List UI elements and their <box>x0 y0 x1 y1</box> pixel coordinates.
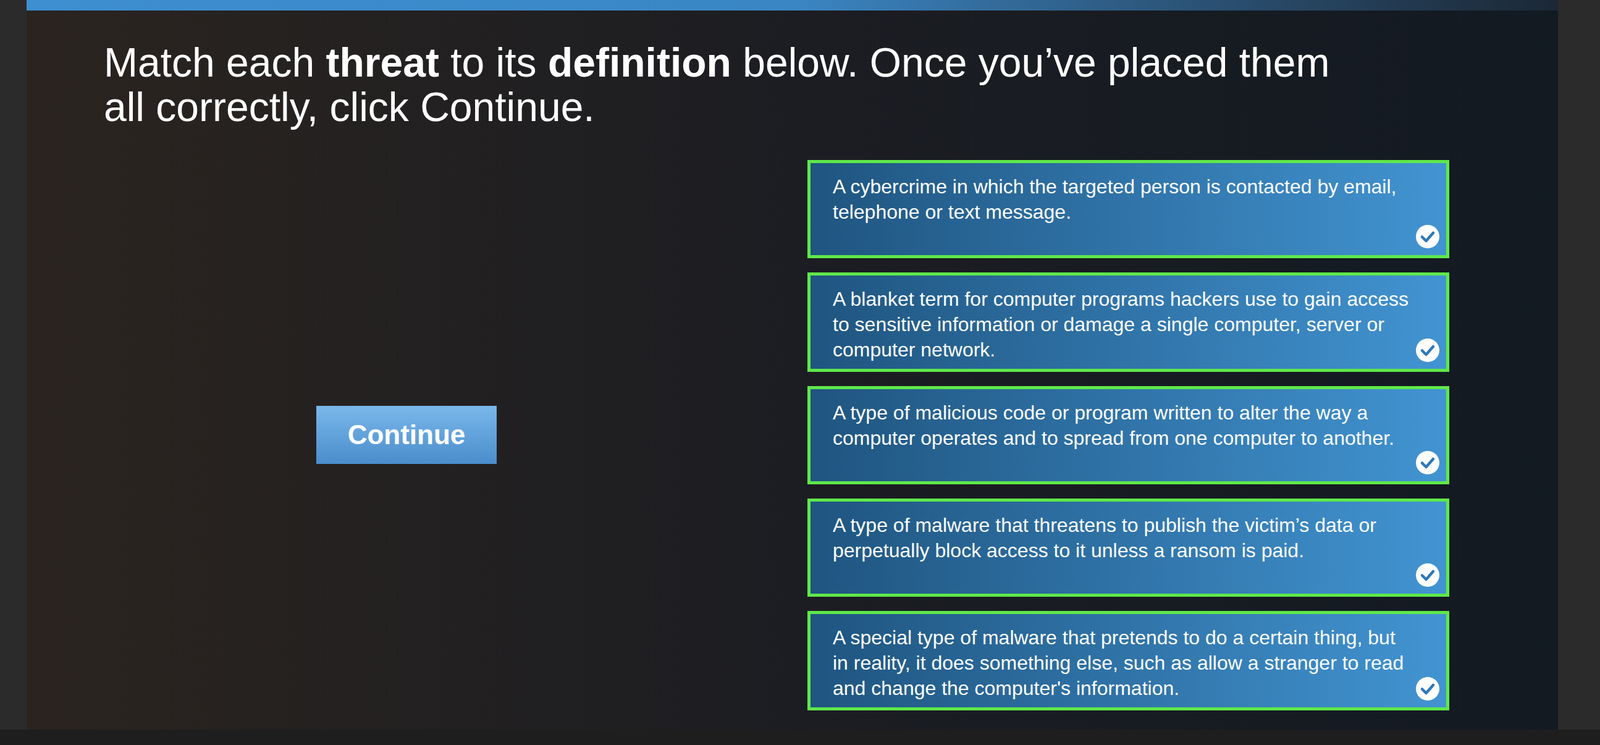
definition-card[interactable]: A type of malicious code or program writ… <box>807 386 1450 485</box>
slide-area: Match each threat to its definition belo… <box>0 0 1600 730</box>
definition-card[interactable]: A cybercrime in which the targeted perso… <box>807 160 1450 259</box>
definition-text: A blanket term for computer programs hac… <box>832 286 1410 363</box>
definition-text: A cybercrime in which the targeted perso… <box>832 174 1410 225</box>
definition-text: A type of malicious code or program writ… <box>832 400 1410 451</box>
instruction: Match each threat to its definition belo… <box>26 10 1558 130</box>
definition-card[interactable]: A special type of malware that pretends … <box>807 610 1450 711</box>
check-icon <box>1415 337 1440 363</box>
check-icon <box>1415 224 1440 249</box>
top-bar <box>26 0 1558 11</box>
left-area: Continue <box>26 160 808 711</box>
slide: Match each threat to its definition belo… <box>26 0 1558 730</box>
definition-text: A special type of malware that pretends … <box>832 625 1410 702</box>
content-row: Continue A cybercrime in which the target… <box>26 160 1558 711</box>
check-icon <box>1415 562 1440 588</box>
definitions-list: A cybercrime in which the targeted perso… <box>807 160 1450 711</box>
definition-text: A type of malware that threatens to publ… <box>832 512 1410 564</box>
app: Match each threat to its definition belo… <box>0 0 1600 745</box>
definition-card[interactable]: A blanket term for computer programs hac… <box>807 272 1450 372</box>
check-icon <box>1415 450 1440 476</box>
continue-button[interactable]: Continue <box>316 405 497 464</box>
player-bar <box>0 729 1600 745</box>
definition-card[interactable]: A type of malware that threatens to publ… <box>807 498 1450 597</box>
check-icon <box>1415 676 1440 702</box>
